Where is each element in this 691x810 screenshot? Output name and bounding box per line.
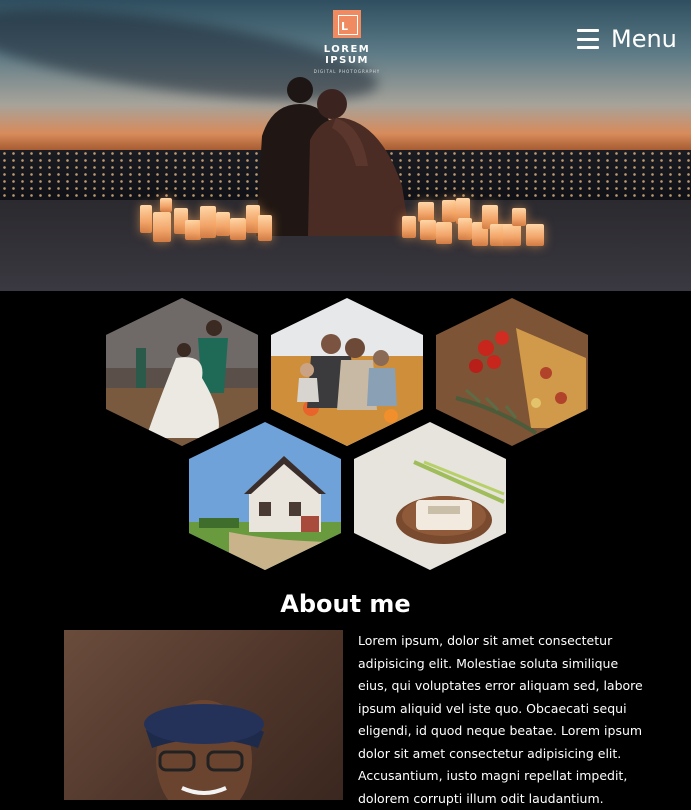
about-title: About me xyxy=(280,590,411,618)
candle xyxy=(200,206,216,238)
portrait-image xyxy=(64,630,343,800)
family-photo xyxy=(271,298,423,446)
menu-label: Menu xyxy=(611,25,677,53)
logo-name: LOREM IPSUM xyxy=(323,44,371,66)
candle xyxy=(160,198,172,212)
house-photo xyxy=(189,422,341,570)
candle xyxy=(503,224,521,246)
about-description: Lorem ipsum, dolor sit amet consectetur … xyxy=(358,633,643,806)
candle xyxy=(230,218,246,240)
gallery-hex-pizza[interactable] xyxy=(436,298,588,446)
soap-photo xyxy=(354,422,506,570)
candle xyxy=(185,220,201,240)
candle xyxy=(458,218,472,240)
candle xyxy=(153,212,171,242)
pizza-photo xyxy=(436,298,588,446)
candle xyxy=(420,220,436,240)
candle xyxy=(526,224,544,246)
candle xyxy=(258,215,272,241)
candle xyxy=(216,212,230,236)
candle xyxy=(442,200,456,222)
couple-silhouette xyxy=(256,77,410,236)
gallery-hex-wedding[interactable] xyxy=(106,298,258,446)
candle xyxy=(436,222,452,244)
wedding-photo xyxy=(106,298,258,446)
menu-button[interactable]: Menu xyxy=(577,25,677,53)
gallery-hex-house[interactable] xyxy=(189,422,341,570)
gallery-hex-family[interactable] xyxy=(271,298,423,446)
logo-mark-icon: L xyxy=(333,10,361,38)
logo-subtext: DIGITAL PHOTOGRAPHY xyxy=(313,69,381,74)
candle xyxy=(512,208,526,226)
site-logo[interactable]: L LOREM IPSUM DIGITAL PHOTOGRAPHY xyxy=(300,10,394,74)
candle xyxy=(402,216,416,238)
gallery-hex-soap[interactable] xyxy=(354,422,506,570)
candle xyxy=(140,205,152,233)
hamburger-icon xyxy=(577,29,599,49)
portrait-photo xyxy=(144,700,264,800)
candle xyxy=(418,202,434,222)
